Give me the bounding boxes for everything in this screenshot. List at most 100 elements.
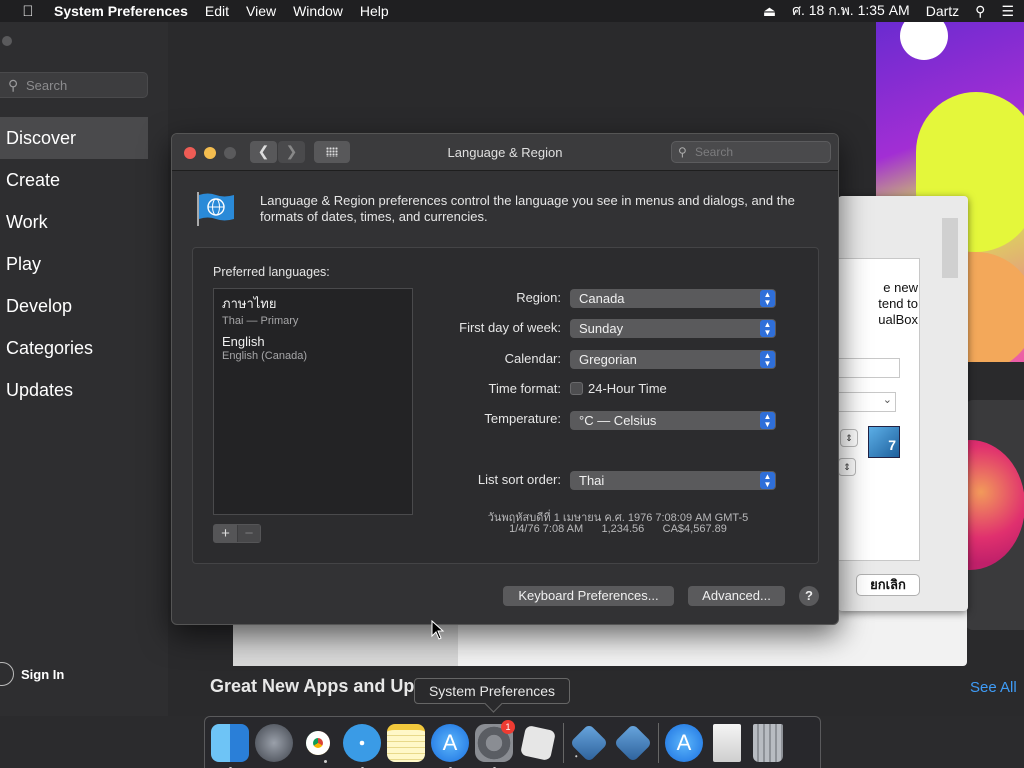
calendar-value: Gregorian xyxy=(579,352,637,367)
trash-icon[interactable] xyxy=(753,723,783,762)
nav-create[interactable]: Create xyxy=(0,159,148,201)
menu-edit[interactable]: Edit xyxy=(205,3,229,19)
temperature-popup[interactable]: °C — Celsius ▲ ▼ xyxy=(570,411,776,430)
dock-separator xyxy=(563,722,564,763)
stepper-icon[interactable]: ⇕ xyxy=(838,458,856,476)
notes-icon[interactable] xyxy=(387,723,425,762)
roblox-icon[interactable] xyxy=(519,724,557,761)
account-icon xyxy=(0,662,14,686)
updown-arrows-icon: ▲ ▼ xyxy=(760,320,775,337)
calendar-popup[interactable]: Gregorian ▲ ▼ xyxy=(570,350,776,369)
cancel-button[interactable]: ยกเลิก xyxy=(856,574,920,596)
remove-language-button[interactable]: − xyxy=(236,525,260,542)
updown-arrows-icon: ▲ ▼ xyxy=(760,290,775,307)
app-store-search-input[interactable]: ⚲ Search xyxy=(0,72,148,98)
notification-badge: 1 xyxy=(501,719,515,734)
back-button[interactable]: ❮ xyxy=(250,141,277,163)
system-preferences-icon[interactable]: 1 xyxy=(475,719,515,768)
see-all-link[interactable]: See All xyxy=(970,679,1017,696)
advanced-button[interactable]: Advanced... xyxy=(688,586,785,606)
first-day-value: Sunday xyxy=(579,321,624,336)
help-button[interactable]: ? xyxy=(799,586,819,606)
virtualbox-text: e new tend to ualBox xyxy=(838,280,918,328)
updown-arrows-icon: ▲ ▼ xyxy=(760,351,775,368)
list-sort-order-value: Thai xyxy=(579,473,605,488)
text-line: e new xyxy=(883,280,918,295)
apple-icon[interactable]:  xyxy=(20,3,36,20)
menu-view[interactable]: View xyxy=(246,3,276,19)
sign-in-button[interactable]: Sign In xyxy=(0,662,64,686)
chrome-icon[interactable] xyxy=(299,724,337,763)
language-name: English xyxy=(222,334,265,349)
finder-icon[interactable] xyxy=(211,723,249,768)
minimize-button[interactable] xyxy=(204,147,216,159)
search-icon: ⚲ xyxy=(678,145,687,159)
app-store-downloads-icon[interactable]: A xyxy=(665,723,703,762)
virtualbox-text-field[interactable] xyxy=(838,358,900,378)
sign-in-label: Sign In xyxy=(21,666,65,682)
dock-separator xyxy=(658,722,659,763)
preferred-languages-label: Preferred languages: xyxy=(213,265,330,279)
nav-updates[interactable]: Updates xyxy=(0,369,148,411)
running-indicator xyxy=(574,754,578,758)
preferences-search-input[interactable]: ⚲ Search xyxy=(671,141,831,163)
virtualbox-vm-icon[interactable] xyxy=(613,723,653,762)
menu-help[interactable]: Help xyxy=(360,3,389,19)
launchpad-icon[interactable] xyxy=(255,723,293,762)
menu-user[interactable]: Dartz xyxy=(926,3,959,19)
nav-play[interactable]: Play xyxy=(0,243,148,285)
first-day-label: First day of week: xyxy=(459,320,561,335)
search-placeholder: Search xyxy=(26,77,68,93)
close-button[interactable] xyxy=(184,147,196,159)
24-hour-time-checkbox[interactable] xyxy=(570,382,583,395)
nav-work[interactable]: Work xyxy=(0,201,148,243)
keyboard-preferences-button[interactable]: Keyboard Preferences... xyxy=(503,586,674,606)
calendar-label: Calendar: xyxy=(504,351,561,366)
search-icon: ⚲ xyxy=(8,77,19,93)
first-day-popup[interactable]: Sunday ▲ ▼ xyxy=(570,319,776,338)
virtualbox-icon[interactable] xyxy=(569,723,609,762)
stepper-icon[interactable]: ⇕ xyxy=(840,429,858,447)
add-language-button[interactable]: + xyxy=(214,525,237,542)
app-store-sidebar: ⚲ Search Discover Create Work Play Devel… xyxy=(0,22,168,716)
updown-arrows-icon: ▲ ▼ xyxy=(760,472,775,489)
chevron-right-icon: ❯ xyxy=(285,143,298,159)
notification-center-icon[interactable]: ☰ xyxy=(1001,3,1014,20)
nav-categories[interactable]: Categories xyxy=(0,327,148,369)
list-sort-order-label: List sort order: xyxy=(477,472,561,487)
show-all-button[interactable] xyxy=(314,141,350,163)
time-format-label: Time format: xyxy=(488,381,561,396)
document-icon[interactable] xyxy=(713,723,741,762)
language-region-window: Language & Region ❮ ❯ ⚲ Search Language … xyxy=(171,133,839,625)
menu-window[interactable]: Window xyxy=(293,3,343,19)
running-indicator xyxy=(324,759,327,763)
add-remove-control: + − xyxy=(213,524,261,543)
menu-bar:  System Preferences Edit View Window He… xyxy=(0,0,1024,22)
title-bar: Language & Region ❮ ❯ ⚲ Search xyxy=(172,134,838,171)
scrollbar[interactable] xyxy=(942,218,958,278)
eject-icon[interactable]: ⏏ xyxy=(763,3,776,20)
menu-clock[interactable]: ศ. 18 ก.พ. 1:35 AM xyxy=(792,0,910,22)
zoom-button[interactable] xyxy=(224,147,236,159)
region-label: Region: xyxy=(516,290,561,305)
nav-discover[interactable]: Discover xyxy=(0,117,148,159)
nav-develop[interactable]: Develop xyxy=(0,285,148,327)
mouse-cursor-icon xyxy=(431,620,445,640)
updown-arrows-icon: ▲ ▼ xyxy=(760,412,775,429)
dock-tooltip: System Preferences xyxy=(414,678,570,704)
featured-artwork-2[interactable] xyxy=(965,400,1024,630)
app-store-icon[interactable]: A xyxy=(431,723,469,768)
forward-button[interactable]: ❯ xyxy=(278,141,305,163)
menu-app-name[interactable]: System Preferences xyxy=(54,3,188,19)
region-popup[interactable]: Canada ▲ ▼ xyxy=(570,289,776,308)
spotlight-search-icon[interactable]: ⚲ xyxy=(975,3,985,20)
artwork-shape xyxy=(965,440,1024,570)
safari-icon[interactable] xyxy=(343,723,381,768)
virtualbox-window: e new tend to ualBox ⌄ ⇕ ⇕ 7 ยกเลิก xyxy=(838,196,968,611)
chevron-left-icon: ❮ xyxy=(257,143,270,159)
dock: A 1 A xyxy=(204,716,821,768)
virtualbox-dropdown[interactable]: ⌄ xyxy=(838,392,896,412)
window-control-icon[interactable] xyxy=(2,36,12,46)
24-hour-time-label[interactable]: 24-Hour Time xyxy=(588,381,667,396)
list-sort-order-popup[interactable]: Thai ▲ ▼ xyxy=(570,471,776,490)
